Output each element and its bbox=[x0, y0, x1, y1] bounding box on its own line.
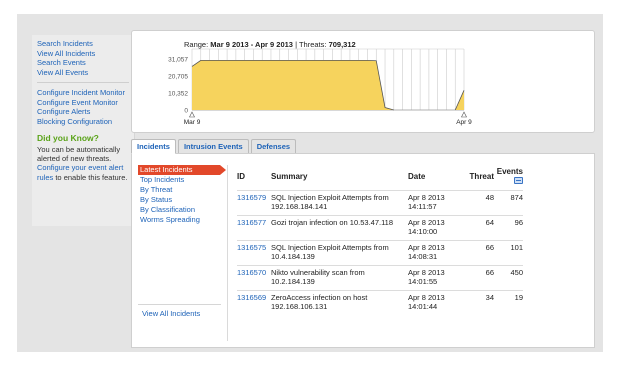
export-events-icon[interactable] bbox=[514, 177, 523, 185]
x-tick-label: Apr 9 bbox=[456, 119, 472, 126]
cell-threat: 34 bbox=[461, 290, 494, 316]
cell-id: 1316575 bbox=[237, 240, 267, 266]
threat-chart-panel: Range: Mar 9 2013 - Apr 9 2013 | Threats… bbox=[131, 30, 595, 133]
sidebar-link-configure-event-monitor[interactable]: Configure Event Monitor bbox=[37, 98, 129, 108]
cell-summary: SQL Injection Exploit Attempts from 192.… bbox=[267, 190, 408, 216]
did-you-know-text-start: You can be automatically alerted of new … bbox=[37, 145, 121, 163]
table-row[interactable]: 1316570 Nikto vulnerability scan from 10… bbox=[237, 265, 523, 291]
x-tick-marker-icon bbox=[461, 111, 467, 118]
column-header-summary[interactable]: Summary bbox=[267, 165, 408, 191]
incidents-panel: Latest Incidents Top Incidents By Threat… bbox=[131, 153, 595, 348]
cell-events: 874 bbox=[494, 190, 523, 216]
y-tick-label: 10,352 bbox=[168, 91, 188, 98]
incident-id-link[interactable]: 1316579 bbox=[237, 193, 266, 202]
sidebar-link-search-incidents[interactable]: Search Incidents bbox=[37, 39, 129, 49]
table-row[interactable]: 1316569 ZeroAccess infection on host 192… bbox=[237, 290, 523, 316]
subnav-by-classification[interactable]: By Classification bbox=[138, 205, 227, 215]
cell-id: 1316579 bbox=[237, 190, 267, 216]
subnav-worms-spreading[interactable]: Worms Spreading bbox=[138, 215, 227, 225]
subnav-top-incidents[interactable]: Top Incidents bbox=[138, 175, 227, 185]
cell-summary: SQL Injection Exploit Attempts from 10.4… bbox=[267, 240, 408, 266]
cell-id: 1316570 bbox=[237, 265, 267, 291]
dashboard-background: Search Incidents View All Incidents Sear… bbox=[17, 14, 603, 352]
column-header-date[interactable]: Date bbox=[408, 165, 461, 191]
sidebar-link-configure-alerts[interactable]: Configure Alerts bbox=[37, 107, 129, 117]
did-you-know-text: You can be automatically alerted of new … bbox=[37, 145, 129, 182]
x-tick-label: Mar 9 bbox=[184, 119, 201, 126]
cell-events: 96 bbox=[494, 215, 523, 241]
subnav-by-status[interactable]: By Status bbox=[138, 195, 227, 205]
sidebar-divider bbox=[37, 82, 129, 83]
cell-summary: Gozi trojan infection on 10.53.47.118 bbox=[267, 215, 408, 241]
cell-threat: 66 bbox=[461, 265, 494, 291]
incidents-subnav: Latest Incidents Top Incidents By Threat… bbox=[138, 165, 228, 341]
y-tick-label: 20,705 bbox=[168, 73, 188, 80]
tab-intrusion-events[interactable]: Intrusion Events bbox=[177, 139, 249, 154]
incident-id-link[interactable]: 1316569 bbox=[237, 293, 266, 302]
cell-id: 1316577 bbox=[237, 215, 267, 241]
tab-incidents[interactable]: Incidents bbox=[131, 139, 176, 154]
cell-events: 101 bbox=[494, 240, 523, 266]
sidebar-link-view-all-incidents[interactable]: View All Incidents bbox=[37, 49, 129, 59]
cell-date: Apr 8 2013 14:01:44 bbox=[408, 290, 461, 316]
did-you-know-text-end: to enable this feature. bbox=[53, 172, 128, 182]
threat-area-chart: 0 10,352 20,705 31,057 Mar 9 Apr 9 bbox=[168, 48, 472, 126]
column-header-events[interactable]: Events bbox=[494, 165, 523, 191]
y-tick-label: 0 bbox=[184, 108, 188, 115]
cell-threat: 66 bbox=[461, 240, 494, 266]
sidebar-link-configure-incident-monitor[interactable]: Configure Incident Monitor bbox=[37, 88, 129, 98]
cell-threat: 64 bbox=[461, 215, 494, 241]
cell-date: Apr 8 2013 14:10:00 bbox=[408, 215, 461, 241]
column-header-id[interactable]: ID bbox=[237, 165, 267, 191]
cell-events: 450 bbox=[494, 265, 523, 291]
did-you-know-title: Did you Know? bbox=[37, 133, 99, 143]
table-row[interactable]: 1316579 SQL Injection Exploit Attempts f… bbox=[237, 190, 523, 216]
cell-summary: Nikto vulnerability scan from 10.2.184.1… bbox=[267, 265, 408, 291]
cell-date: Apr 8 2013 14:01:55 bbox=[408, 265, 461, 291]
incidents-table: ID Summary Date Threat Events 1316579 SQ… bbox=[237, 165, 523, 316]
table-header-row: ID Summary Date Threat Events bbox=[237, 165, 523, 191]
tab-defenses[interactable]: Defenses bbox=[250, 139, 297, 154]
incident-id-link[interactable]: 1316570 bbox=[237, 268, 266, 277]
sidebar-link-view-all-events[interactable]: View All Events bbox=[37, 68, 129, 78]
table-row[interactable]: 1316575 SQL Injection Exploit Attempts f… bbox=[237, 240, 523, 266]
y-tick-label: 31,057 bbox=[168, 57, 188, 64]
cell-date: Apr 8 2013 14:08:31 bbox=[408, 240, 461, 266]
table-row[interactable]: 1316577 Gozi trojan infection on 10.53.4… bbox=[237, 215, 523, 241]
cell-summary: ZeroAccess infection on host 192.168.106… bbox=[267, 290, 408, 316]
cell-id: 1316569 bbox=[237, 290, 267, 316]
area-series-fill bbox=[192, 60, 394, 110]
cell-events: 19 bbox=[494, 290, 523, 316]
sidebar-link-search-events[interactable]: Search Events bbox=[37, 58, 129, 68]
x-tick-marker-icon bbox=[189, 111, 195, 118]
cell-threat: 48 bbox=[461, 190, 494, 216]
incident-id-link[interactable]: 1316577 bbox=[237, 218, 266, 227]
column-header-events-label: Events bbox=[496, 167, 523, 176]
column-header-threat[interactable]: Threat bbox=[461, 165, 494, 191]
sidebar-link-blocking-configuration[interactable]: Blocking Configuration bbox=[37, 117, 129, 127]
subnav-latest-incidents[interactable]: Latest Incidents bbox=[138, 165, 226, 175]
sidebar: Search Incidents View All Incidents Sear… bbox=[32, 35, 135, 226]
incident-id-link[interactable]: 1316575 bbox=[237, 243, 266, 252]
incident-tabs: Incidents Intrusion Events Defenses bbox=[131, 139, 298, 154]
cell-date: Apr 8 2013 14:11:57 bbox=[408, 190, 461, 216]
subnav-by-threat[interactable]: By Threat bbox=[138, 185, 227, 195]
subnav-view-all-incidents[interactable]: View All Incidents bbox=[140, 309, 200, 319]
subnav-divider bbox=[138, 304, 221, 305]
